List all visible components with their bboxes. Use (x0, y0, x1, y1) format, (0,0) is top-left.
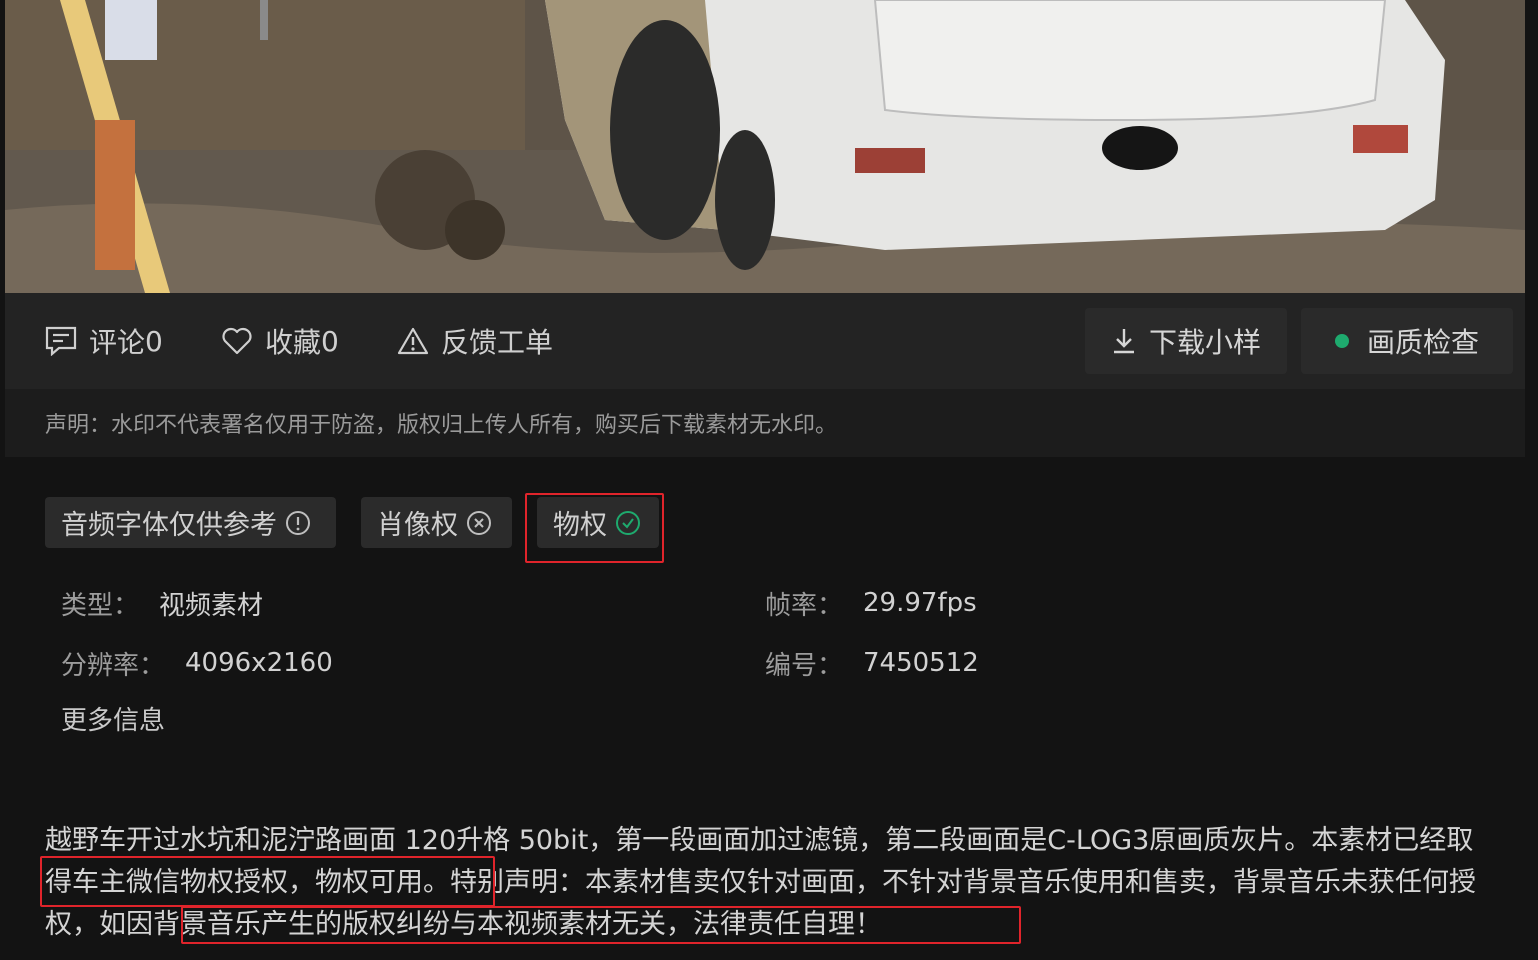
fps-value: 29.97fps (863, 588, 977, 618)
id-value: 7450512 (863, 648, 979, 678)
download-icon (1113, 329, 1134, 354)
resolution-value: 4096x2160 (185, 648, 333, 678)
type-label: 类型： (61, 590, 140, 621)
heart-icon (222, 327, 252, 355)
quality-check-button[interactable]: 画质检查 (1301, 308, 1513, 374)
comment-label: 评论 (89, 326, 146, 359)
favorite-button[interactable]: 收藏 0 (221, 293, 339, 389)
info-icon (286, 510, 310, 535)
tag-audio-font-reference[interactable]: 音频字体仅供参考 (45, 497, 336, 548)
id-label: 编号： (765, 650, 844, 681)
comment-count: 0 (145, 324, 163, 358)
info-fps: 帧率： 29.97fps (765, 583, 977, 623)
x-circle-icon (467, 510, 491, 535)
tag-label: 物权 (553, 510, 607, 541)
quality-check-label: 画质检查 (1366, 326, 1479, 359)
favorite-count: 0 (321, 324, 339, 358)
download-sample-label: 下载小样 (1148, 326, 1261, 359)
resolution-label: 分辨率： (61, 650, 166, 681)
download-sample-button[interactable]: 下载小样 (1085, 308, 1287, 374)
fps-label: 帧率： (765, 590, 844, 621)
type-value: 视频素材 (159, 590, 264, 621)
more-info-link[interactable]: 更多信息 (61, 700, 165, 737)
description-part-1: 越野车开过水坑和泥泞路画面 120升格 50bit，第一段画面加过滤镜，第二段画… (45, 825, 1447, 856)
check-circle-icon (616, 510, 640, 535)
comment-icon (45, 326, 77, 356)
disclaimer-text: 声明：水印不代表署名仅用于防盗，版权归上传人所有，购买后下载素材无水印。 (45, 413, 838, 438)
feedback-button[interactable]: 反馈工单 (397, 293, 553, 389)
tag-property-rights[interactable]: 物权 (537, 497, 659, 548)
action-bar: 评论 0 收藏 0 反馈工单 下载小样 画质检查 (5, 293, 1525, 389)
status-dot-icon (1334, 334, 1349, 348)
description-part-4: 如因背景音乐产生的版权纠纷与本视频素材无关，法律责任自理！ (99, 909, 882, 940)
watermark-disclaimer: 声明：水印不代表署名仅用于防盗，版权归上传人所有，购买后下载素材无水印。 (5, 389, 1525, 457)
video-preview[interactable] (5, 0, 1525, 293)
tag-label: 音频字体仅供参考 (61, 510, 277, 541)
video-frame-image (5, 0, 1525, 293)
info-resolution: 分辨率： 4096x2160 (61, 643, 333, 683)
feedback-label: 反馈工单 (441, 326, 554, 359)
favorite-label: 收藏 (265, 326, 322, 359)
video-description: 越野车开过水坑和泥泞路画面 120升格 50bit，第一段画面加过滤镜，第二段画… (45, 820, 1495, 946)
warning-icon (397, 327, 429, 355)
info-id: 编号： 7450512 (765, 643, 979, 683)
tag-label: 肖像权 (377, 510, 458, 541)
info-type: 类型： 视频素材 (61, 583, 263, 623)
comment-button[interactable]: 评论 0 (45, 293, 163, 389)
tag-portrait-rights[interactable]: 肖像权 (361, 497, 512, 548)
